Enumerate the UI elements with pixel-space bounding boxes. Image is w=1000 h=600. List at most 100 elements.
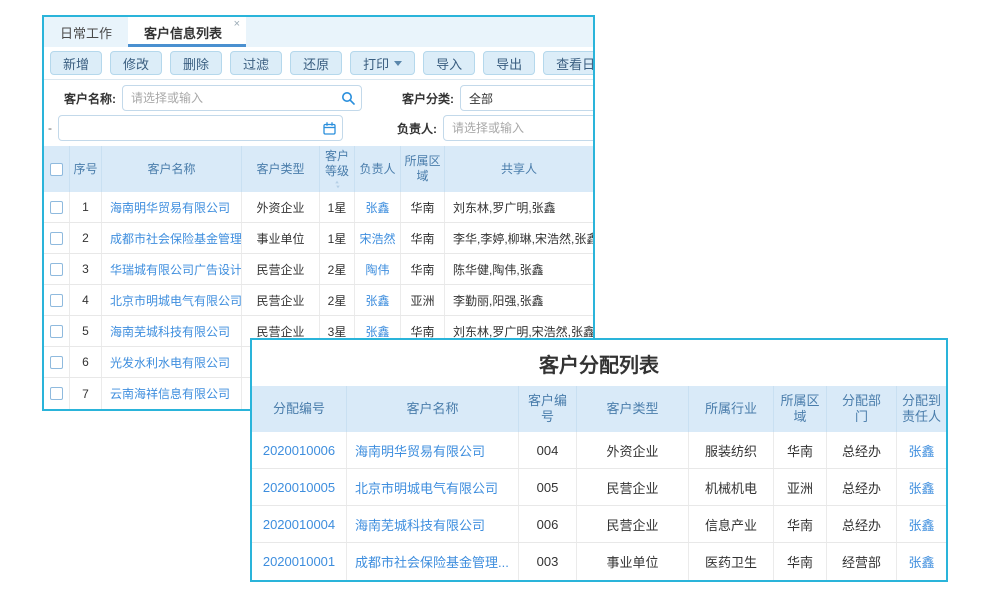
edit-button[interactable]: 修改 — [110, 51, 162, 75]
cell-owner[interactable]: 张鑫 — [355, 285, 401, 315]
cell-customer-name[interactable]: 北京市明城电气有限公司 — [102, 285, 242, 315]
cell-owner[interactable]: 宋浩然 — [355, 223, 401, 253]
allocation-row[interactable]: 2020010004 海南芜城科技有限公司 006 民营企业 信息产业 华南 总… — [252, 506, 946, 543]
header-industry[interactable]: 所属行业 — [689, 386, 774, 432]
cell-owner[interactable]: 陶伟 — [355, 254, 401, 284]
allocation-row[interactable]: 2020010001 成都市社会保险基金管理... 003 事业单位 医药卫生 … — [252, 543, 946, 580]
import-button[interactable]: 导入 — [423, 51, 475, 75]
cell-seq: 4 — [70, 285, 102, 315]
row-checkbox[interactable] — [50, 387, 63, 400]
cell-customer-name[interactable]: 海南芜城科技有限公司 — [102, 316, 242, 346]
row-checkbox[interactable] — [50, 201, 63, 214]
cell-alloc-no[interactable]: 2020010001 — [252, 543, 347, 580]
cell-grade: 2星 — [320, 254, 355, 284]
cell-seq: 5 — [70, 316, 102, 346]
tab-daily-work[interactable]: 日常工作 — [44, 17, 128, 47]
cell-customer-no: 004 — [519, 432, 577, 468]
cell-assignee[interactable]: 张鑫 — [897, 543, 946, 580]
cell-region: 华南 — [401, 192, 445, 222]
header-type[interactable]: 客户类型 — [242, 146, 320, 192]
cell-assignee[interactable]: 张鑫 — [897, 469, 946, 505]
table-row[interactable]: 1 海南明华贸易有限公司 外资企业 1星 张鑫 华南 刘东林,罗广明,张鑫 — [44, 192, 593, 223]
cell-alloc-no[interactable]: 2020010006 — [252, 432, 347, 468]
cell-region: 华南 — [774, 432, 827, 468]
restore-button[interactable]: 还原 — [290, 51, 342, 75]
cell-dept: 总经办 — [827, 469, 897, 505]
view-log-button[interactable]: 查看日志 — [543, 51, 595, 75]
cell-seq: 6 — [70, 347, 102, 377]
header-seq[interactable]: 序号 — [70, 146, 102, 192]
cell-customer-name[interactable]: 成都市社会保险基金管理... — [347, 543, 519, 580]
sort-icon[interactable] — [333, 180, 342, 189]
header-grade[interactable]: 客户等级 — [320, 146, 355, 192]
cell-customer-name[interactable]: 海南明华贸易有限公司 — [347, 432, 519, 468]
print-button[interactable]: 打印 — [350, 51, 415, 75]
header-alloc-no[interactable]: 分配编号 — [252, 386, 347, 432]
cell-alloc-no[interactable]: 2020010004 — [252, 506, 347, 542]
table-row[interactable]: 3 华瑞城有限公司广告设计部 民营企业 2星 陶伟 华南 陈华健,陶伟,张鑫 — [44, 254, 593, 285]
cell-customer-no: 003 — [519, 543, 577, 580]
allocation-row[interactable]: 2020010005 北京市明城电气有限公司 005 民营企业 机械机电 亚洲 … — [252, 469, 946, 506]
select-all-checkbox[interactable] — [50, 163, 63, 176]
header-region[interactable]: 所属区域 — [774, 386, 827, 432]
cell-industry: 机械机电 — [689, 469, 774, 505]
cell-seq: 2 — [70, 223, 102, 253]
export-button[interactable]: 导出 — [483, 51, 535, 75]
cell-customer-name[interactable]: 成都市社会保险基金管理... — [102, 223, 242, 253]
header-customer-type[interactable]: 客户类型 — [577, 386, 689, 432]
cell-customer-name[interactable]: 北京市明城电气有限公司 — [347, 469, 519, 505]
cell-alloc-no[interactable]: 2020010005 — [252, 469, 347, 505]
header-customer-no[interactable]: 客户编号 — [519, 386, 577, 432]
calendar-icon[interactable] — [323, 122, 336, 135]
cell-assignee[interactable]: 张鑫 — [897, 506, 946, 542]
header-assignee[interactable]: 分配到责任人 — [897, 386, 946, 432]
customer-category-select[interactable] — [460, 85, 595, 111]
cell-customer-type: 民营企业 — [577, 469, 689, 505]
cell-region: 华南 — [774, 506, 827, 542]
add-button[interactable]: 新增 — [50, 51, 102, 75]
cell-customer-name[interactable]: 云南海祥信息有限公司 — [102, 378, 242, 409]
tab-bar: 日常工作 客户信息列表 × — [44, 17, 593, 47]
cell-customer-name[interactable]: 华瑞城有限公司广告设计部 — [102, 254, 242, 284]
header-owner[interactable]: 负责人 — [355, 146, 401, 192]
filter-button[interactable]: 过滤 — [230, 51, 282, 75]
row-checkbox[interactable] — [50, 294, 63, 307]
cell-assignee[interactable]: 张鑫 — [897, 432, 946, 468]
cell-seq: 7 — [70, 378, 102, 409]
tab-close-icon[interactable]: × — [234, 18, 240, 30]
cell-shared: 刘东林,罗广明,张鑫 — [445, 192, 593, 222]
row-checkbox[interactable] — [50, 263, 63, 276]
cell-region: 华南 — [401, 254, 445, 284]
cell-customer-name[interactable]: 海南芜城科技有限公司 — [347, 506, 519, 542]
cell-grade: 2星 — [320, 285, 355, 315]
cell-seq: 3 — [70, 254, 102, 284]
header-customer-name[interactable]: 客户名称 — [347, 386, 519, 432]
owner-input[interactable] — [443, 115, 595, 141]
tab-customer-list[interactable]: 客户信息列表 × — [128, 17, 246, 47]
cell-dept: 经营部 — [827, 543, 897, 580]
cell-customer-name[interactable]: 光发水利水电有限公司 — [102, 347, 242, 377]
cell-customer-name[interactable]: 海南明华贸易有限公司 — [102, 192, 242, 222]
header-dept[interactable]: 分配部门 — [827, 386, 897, 432]
print-button-label: 打印 — [363, 54, 389, 73]
row-checkbox[interactable] — [50, 356, 63, 369]
customer-table-header: 序号 客户名称 客户类型 客户等级 负责人 所属区域 共享人 — [44, 146, 593, 192]
cell-region: 华南 — [774, 543, 827, 580]
table-row[interactable]: 2 成都市社会保险基金管理... 事业单位 1星 宋浩然 华南 李华,李婷,柳琳… — [44, 223, 593, 254]
allocation-table-header: 分配编号 客户名称 客户编号 客户类型 所属行业 所属区域 分配部门 分配到责任… — [252, 386, 946, 432]
delete-button[interactable]: 删除 — [170, 51, 222, 75]
cell-region: 亚洲 — [774, 469, 827, 505]
row-checkbox[interactable] — [50, 232, 63, 245]
header-name[interactable]: 客户名称 — [102, 146, 242, 192]
table-row[interactable]: 4 北京市明城电气有限公司 民营企业 2星 张鑫 亚洲 李勤丽,阳强,张鑫 — [44, 285, 593, 316]
header-shared[interactable]: 共享人 — [445, 146, 593, 192]
customer-name-input[interactable] — [122, 85, 362, 111]
cell-owner[interactable]: 张鑫 — [355, 192, 401, 222]
row-checkbox[interactable] — [50, 325, 63, 338]
allocation-panel: 客户分配列表 分配编号 客户名称 客户编号 客户类型 所属行业 所属区域 分配部… — [250, 338, 948, 582]
cell-dept: 总经办 — [827, 506, 897, 542]
allocation-row[interactable]: 2020010006 海南明华贸易有限公司 004 外资企业 服装纺织 华南 总… — [252, 432, 946, 469]
search-icon[interactable] — [341, 91, 355, 105]
date-input[interactable] — [58, 115, 343, 141]
header-region[interactable]: 所属区域 — [401, 146, 445, 192]
